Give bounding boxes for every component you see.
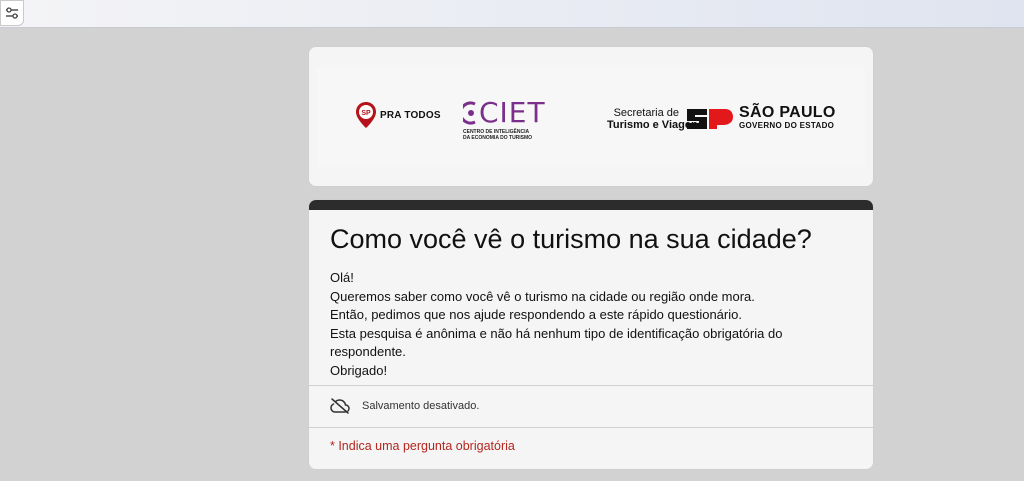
- sp-pra-todos-logo: SP PRA TODOS: [355, 101, 441, 129]
- secretaria-line1: Secretaria de: [613, 107, 679, 119]
- tune-button[interactable]: [0, 0, 24, 26]
- cloud-off-icon: [330, 398, 350, 414]
- ciet-subtitle-line: DA ECONOMIA DO TURISMO: [463, 135, 533, 141]
- form-intro-card: Como você vê o turismo na sua cidade? Ol…: [308, 199, 874, 470]
- ciet-text: CIET: [479, 96, 546, 129]
- sp-badge-text: SP: [361, 110, 371, 117]
- secretaria-line2: Turismo e Viagens: [607, 119, 704, 131]
- pra-todos-text: PRA TODOS: [380, 109, 441, 121]
- description-line: respondente.: [330, 344, 406, 359]
- ciet-subtitle: CENTRO DE INTELIGÊNCIA DA ECONOMIA DO TU…: [463, 129, 553, 141]
- save-status-row: Salvamento desativado.: [330, 398, 479, 414]
- map-pin-icon: SP: [356, 102, 376, 128]
- sp-mark-logo: [685, 105, 735, 138]
- ciet-logo: CIET CENTRO DE INTELIGÊNCIA DA ECONOMIA …: [463, 99, 553, 141]
- sao-paulo-logo: SÃO PAULO GOVERNO DO ESTADO: [739, 104, 836, 130]
- description-line: Esta pesquisa é anônima e não há nenhum …: [330, 325, 783, 341]
- divider: [309, 385, 873, 386]
- tune-icon: [6, 7, 18, 19]
- browser-toolbar: [0, 0, 1024, 28]
- description-line: Olá!: [330, 270, 354, 285]
- header-image-card: SP PRA TODOS CIET CENTRO DE INTELIGÊNCIA…: [308, 46, 874, 187]
- divider: [309, 427, 873, 428]
- required-note: * Indica uma pergunta obrigatória: [330, 439, 515, 453]
- form-description: Olá! Queremos saber como você vê o turis…: [330, 269, 850, 380]
- form-accent-bar: [309, 200, 873, 210]
- sao-paulo-text: SÃO PAULO: [739, 104, 836, 121]
- description-line: Então, pedimos que nos ajude respondendo…: [330, 307, 742, 322]
- form-title: Como você vê o turismo na sua cidade?: [330, 224, 812, 254]
- sp-mark-icon: [687, 109, 733, 129]
- governo-estado-text: GOVERNO DO ESTADO: [739, 121, 835, 130]
- secretaria-logo: Secretaria de Turismo e Viagens: [607, 107, 704, 132]
- ciet-pin-icon: [463, 101, 476, 125]
- logos-banner: SP PRA TODOS CIET CENTRO DE INTELIGÊNCIA…: [317, 67, 865, 167]
- description-line: Queremos saber como você vê o turismo na…: [330, 288, 755, 304]
- save-status-text: Salvamento desativado.: [362, 400, 480, 412]
- description-line: Obrigado!: [330, 362, 388, 378]
